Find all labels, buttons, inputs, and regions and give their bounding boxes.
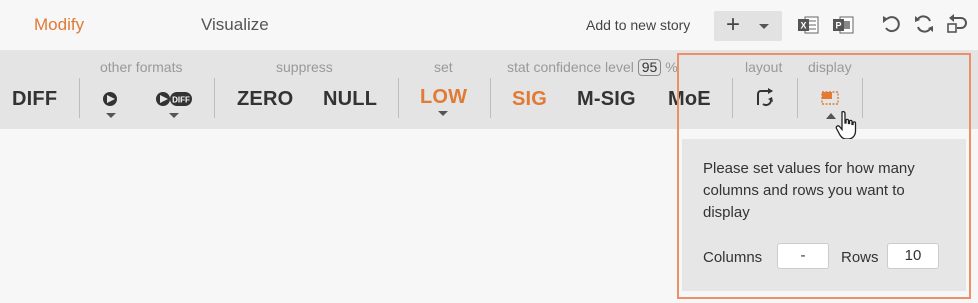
highlight-frame — [677, 53, 971, 299]
sig-button[interactable]: SIG — [512, 88, 547, 111]
format-diff-icon[interactable]: DIFF — [154, 90, 194, 108]
divider — [214, 78, 215, 118]
tab-modify[interactable]: Modify — [34, 15, 84, 35]
suppress-label: suppress — [276, 59, 333, 75]
reset-icon[interactable] — [946, 13, 968, 35]
tab-visualize[interactable]: Visualize — [201, 15, 269, 35]
add-dropdown-button[interactable]: + — [714, 11, 782, 41]
stat-confidence-text: stat confidence level — [507, 59, 634, 75]
chevron-down-icon — [759, 24, 769, 29]
chevron-down-icon[interactable] — [169, 113, 179, 118]
excel-export-icon[interactable]: X — [797, 14, 819, 36]
chevron-down-icon[interactable] — [438, 111, 448, 116]
powerpoint-export-icon[interactable]: P — [832, 14, 854, 36]
add-to-new-story-link[interactable]: Add to new story — [586, 17, 690, 33]
svg-text:DIFF: DIFF — [172, 96, 190, 105]
diff-button[interactable]: DIFF — [12, 88, 57, 111]
refresh-icon[interactable] — [913, 13, 935, 35]
m-sig-button[interactable]: M-SIG — [577, 88, 636, 111]
set-label: set — [434, 59, 453, 75]
chevron-down-icon[interactable] — [106, 113, 116, 118]
format-arrow-icon[interactable] — [100, 90, 122, 108]
divider — [398, 78, 399, 118]
percent-sign: % — [665, 59, 678, 75]
stat-confidence-label: stat confidence level 95 % — [507, 59, 678, 76]
null-button[interactable]: NULL — [323, 88, 377, 111]
low-button[interactable]: LOW — [420, 86, 467, 109]
divider — [490, 78, 491, 118]
zero-button[interactable]: ZERO — [237, 88, 293, 111]
other-formats-label: other formats — [100, 59, 183, 75]
svg-text:P: P — [835, 21, 841, 31]
svg-text:X: X — [800, 21, 806, 31]
top-bar: Modify Visualize Add to new story + X P — [0, 0, 978, 50]
divider — [79, 78, 80, 118]
undo-icon[interactable] — [881, 13, 903, 35]
confidence-level-input[interactable]: 95 — [637, 59, 662, 76]
plus-icon: + — [726, 11, 741, 38]
